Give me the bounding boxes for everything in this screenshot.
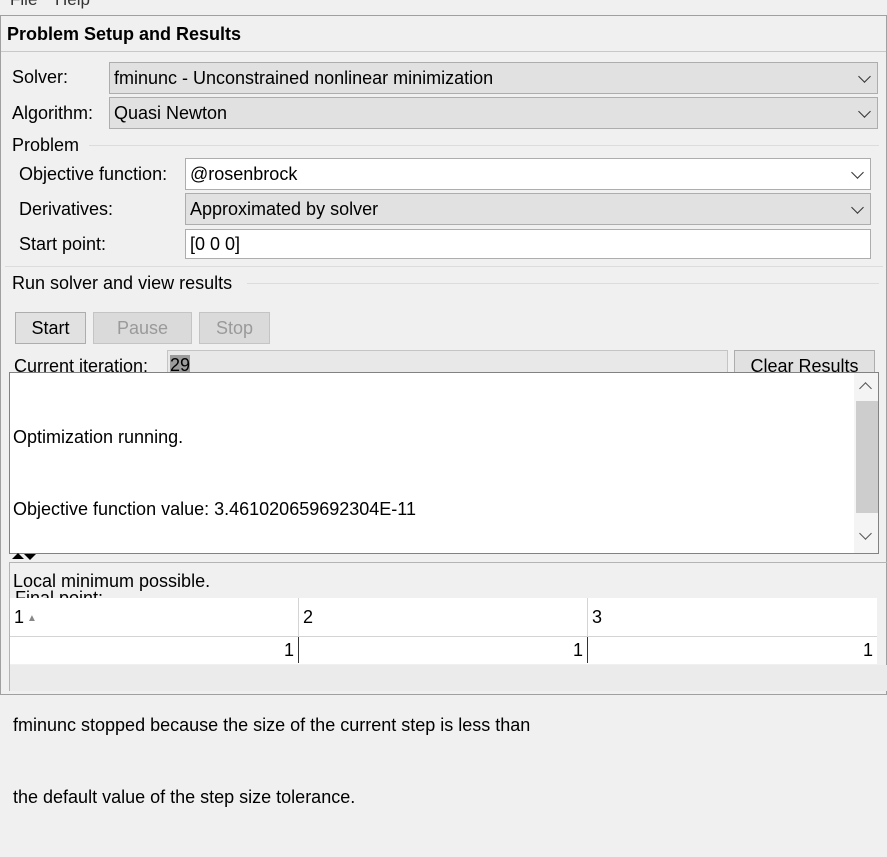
group-divider: [5, 266, 883, 267]
table-cell[interactable]: 1: [10, 637, 299, 663]
objective-function-label: Objective function:: [19, 164, 168, 184]
scrollbar-thumb[interactable]: [856, 401, 878, 513]
start-button[interactable]: Start: [15, 312, 86, 344]
column-header-label: 3: [592, 607, 603, 627]
pause-button[interactable]: Pause: [93, 312, 192, 344]
splitter-arrows-icon[interactable]: [12, 553, 42, 561]
table-header-cell[interactable]: 3: [588, 598, 877, 637]
chevron-down-icon: [851, 166, 864, 179]
vertical-scrollbar[interactable]: [854, 373, 878, 553]
table-cell[interactable]: 1: [588, 637, 877, 663]
output-line: Objective function value: 3.461020659692…: [13, 499, 416, 519]
output-line: the default value of the step size toler…: [13, 787, 356, 807]
menu-bar: File Help: [0, 0, 887, 14]
column-header-label: 1: [14, 607, 25, 627]
solver-label: Solver:: [12, 67, 69, 87]
splitter-up-arrow-icon[interactable]: [12, 553, 24, 559]
solver-value: fminunc - Unconstrained nonlinear minimi…: [114, 68, 494, 88]
table-bottom-area: [10, 665, 887, 691]
stop-button[interactable]: Stop: [199, 312, 270, 344]
chevron-down-icon: [851, 201, 864, 214]
chevron-down-icon: [858, 105, 871, 118]
group-divider: [247, 283, 879, 284]
solver-dropdown[interactable]: fminunc - Unconstrained nonlinear minimi…: [109, 62, 878, 94]
panel-title: Problem Setup and Results: [1, 16, 886, 52]
derivatives-dropdown[interactable]: Approximated by solver: [185, 193, 871, 225]
objective-function-value: @rosenbrock: [190, 164, 298, 184]
start-point-label: Start point:: [19, 234, 107, 254]
problem-group-title: Problem: [12, 135, 80, 155]
menu-file[interactable]: File: [10, 0, 37, 10]
output-line: fminunc stopped because the size of the …: [13, 715, 531, 735]
final-point-table: 1 ▲ 2 3 1 1 1: [10, 598, 877, 664]
column-header-label: 2: [303, 607, 314, 627]
group-divider: [89, 145, 879, 146]
run-group-title: Run solver and view results: [12, 273, 233, 293]
output-line: Optimization running.: [13, 427, 184, 447]
results-output-area[interactable]: Optimization running. Objective function…: [9, 372, 879, 807]
menu-help[interactable]: Help: [55, 0, 90, 10]
start-point-input[interactable]: [0 0 0]: [185, 229, 871, 259]
algorithm-label: Algorithm:: [12, 103, 94, 123]
table-header-cell[interactable]: 2: [299, 598, 588, 637]
scroll-down-arrow-icon[interactable]: [859, 527, 872, 540]
scroll-up-arrow-icon[interactable]: [859, 382, 872, 395]
splitter-down-arrow-icon[interactable]: [24, 554, 36, 560]
derivatives-value: Approximated by solver: [190, 199, 379, 219]
sort-ascending-icon: ▲: [27, 613, 37, 624]
algorithm-value: Quasi Newton: [114, 103, 228, 123]
table-cell[interactable]: 1: [299, 637, 588, 663]
objective-function-dropdown[interactable]: @rosenbrock: [185, 158, 871, 190]
algorithm-dropdown[interactable]: Quasi Newton: [109, 97, 878, 129]
derivatives-label: Derivatives:: [19, 199, 114, 219]
chevron-down-icon: [858, 70, 871, 83]
table-header-cell[interactable]: 1 ▲: [10, 598, 299, 637]
